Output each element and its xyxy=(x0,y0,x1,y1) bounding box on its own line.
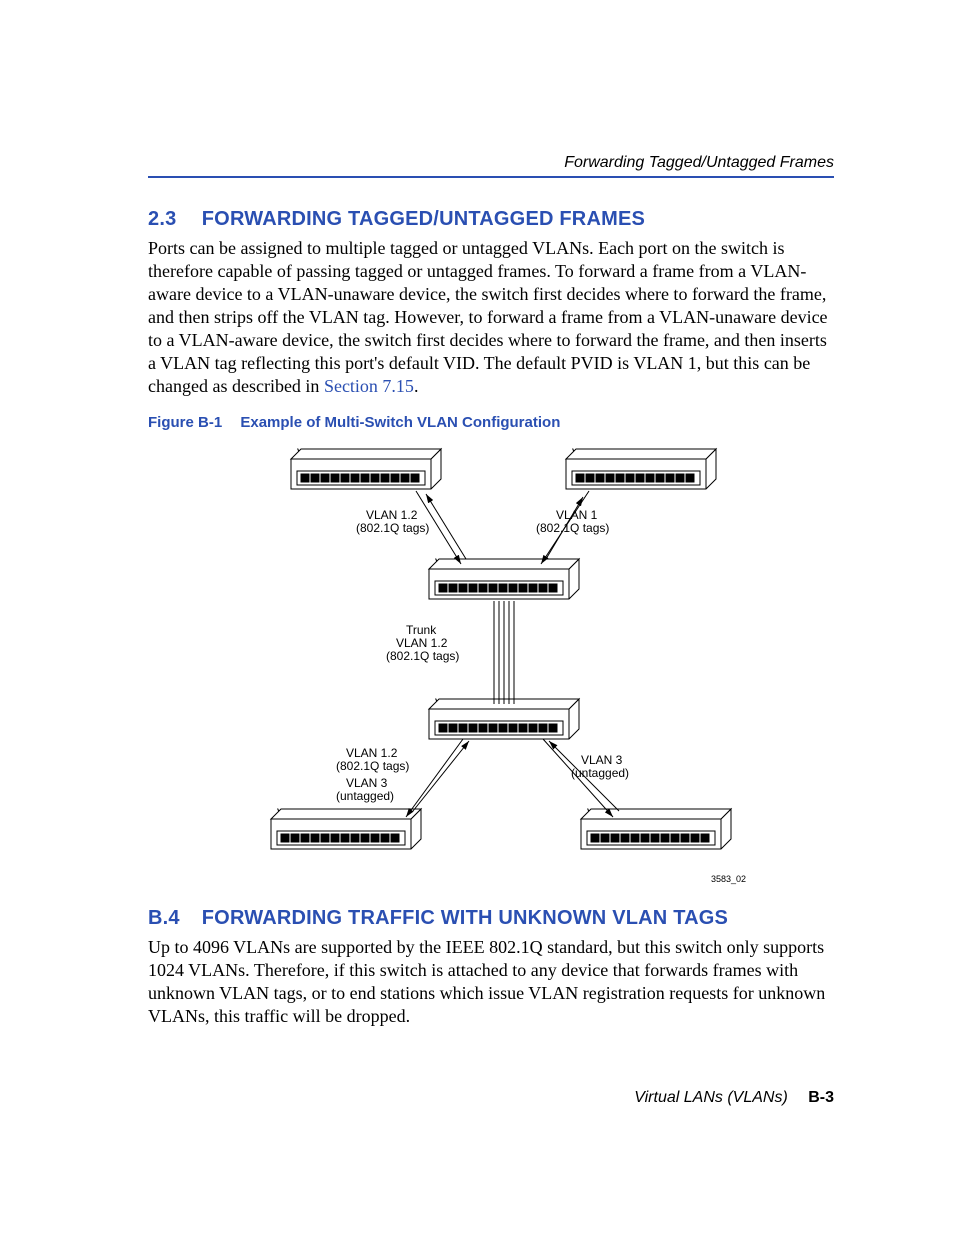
figure-title: Example of Multi-Switch VLAN Configurati… xyxy=(240,414,560,431)
section-number: B.4 xyxy=(148,907,196,930)
running-header: Forwarding Tagged/Untagged Frames xyxy=(564,154,834,172)
figure-label: Figure B-1 xyxy=(148,414,222,431)
diagram-label: VLAN 3 xyxy=(581,753,623,767)
diagram-label: (802.1Q tags) xyxy=(536,521,609,535)
section-link-7-15[interactable]: Section 7.15 xyxy=(324,376,414,396)
section-title: FORWARDING TRAFFIC WITH UNKNOWN VLAN TAG… xyxy=(202,907,728,929)
diagram-label: Trunk xyxy=(406,623,437,637)
page-footer: Virtual LANs (VLANs) B-3 xyxy=(634,1089,834,1107)
footer-page-number: B-3 xyxy=(808,1089,834,1106)
switch-icon xyxy=(271,809,421,849)
switch-icon xyxy=(429,559,579,599)
header-rule xyxy=(148,176,834,178)
section-b-4-paragraph: Up to 4096 VLANs are supported by the IE… xyxy=(148,936,834,1028)
switch-icon xyxy=(291,449,441,489)
section-title: FORWARDING TAGGED/UNTAGGED FRAMES xyxy=(202,208,645,230)
section-2-3-paragraph: Ports can be assigned to multiple tagged… xyxy=(148,237,834,398)
diagram-label: (802.1Q tags) xyxy=(386,649,459,663)
switch-icon xyxy=(429,699,579,739)
diagram-label: VLAN 1.2 xyxy=(346,746,398,760)
diagram-label: VLAN 1 xyxy=(556,508,598,522)
page: Forwarding Tagged/Untagged Frames 2.3 FO… xyxy=(0,0,954,1235)
para-tail: . xyxy=(414,376,419,396)
footer-book-title: Virtual LANs (VLANs) xyxy=(634,1089,788,1106)
vlan-diagram: VLAN-aware switch VLAN-aware switch VLAN… xyxy=(211,439,771,889)
diagram-label: (802.1Q tags) xyxy=(336,759,409,773)
diagram-label: (untagged) xyxy=(571,766,629,780)
diagram-label: (untagged) xyxy=(336,789,394,803)
section-heading-b-4: B.4 FORWARDING TRAFFIC WITH UNKNOWN VLAN… xyxy=(148,907,834,930)
section-heading-2-3: 2.3 FORWARDING TAGGED/UNTAGGED FRAMES xyxy=(148,208,834,231)
figure-caption: Figure B-1 Example of Multi-Switch VLAN … xyxy=(148,414,834,431)
diagram-label: VLAN 3 xyxy=(346,776,388,790)
diagram-label: VLAN 1.2 xyxy=(366,508,418,522)
diagram-label: VLAN 1.2 xyxy=(396,636,448,650)
content-area: 2.3 FORWARDING TAGGED/UNTAGGED FRAMES Po… xyxy=(148,200,834,1038)
para-text: Ports can be assigned to multiple tagged… xyxy=(148,238,828,396)
diagram-code: 3583_02 xyxy=(711,874,746,884)
section-number: 2.3 xyxy=(148,208,196,231)
switch-icon xyxy=(581,809,731,849)
diagram-label: (802.1Q tags) xyxy=(356,521,429,535)
switch-icon xyxy=(566,449,716,489)
